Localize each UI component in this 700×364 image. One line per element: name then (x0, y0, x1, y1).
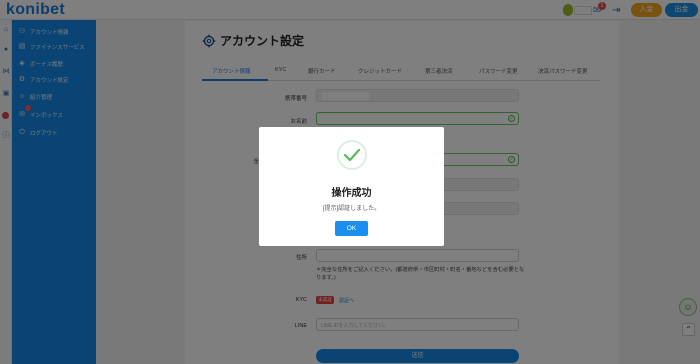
ok-label: OK (346, 225, 357, 232)
dialog-message: [提示]認証しました。 (322, 206, 381, 212)
success-check-icon (337, 140, 367, 170)
dialog-title: 操作成功 (331, 188, 372, 199)
ok-button[interactable]: OK (335, 221, 368, 236)
success-dialog: 操作成功 [提示]認証しました。 OK (259, 127, 444, 246)
